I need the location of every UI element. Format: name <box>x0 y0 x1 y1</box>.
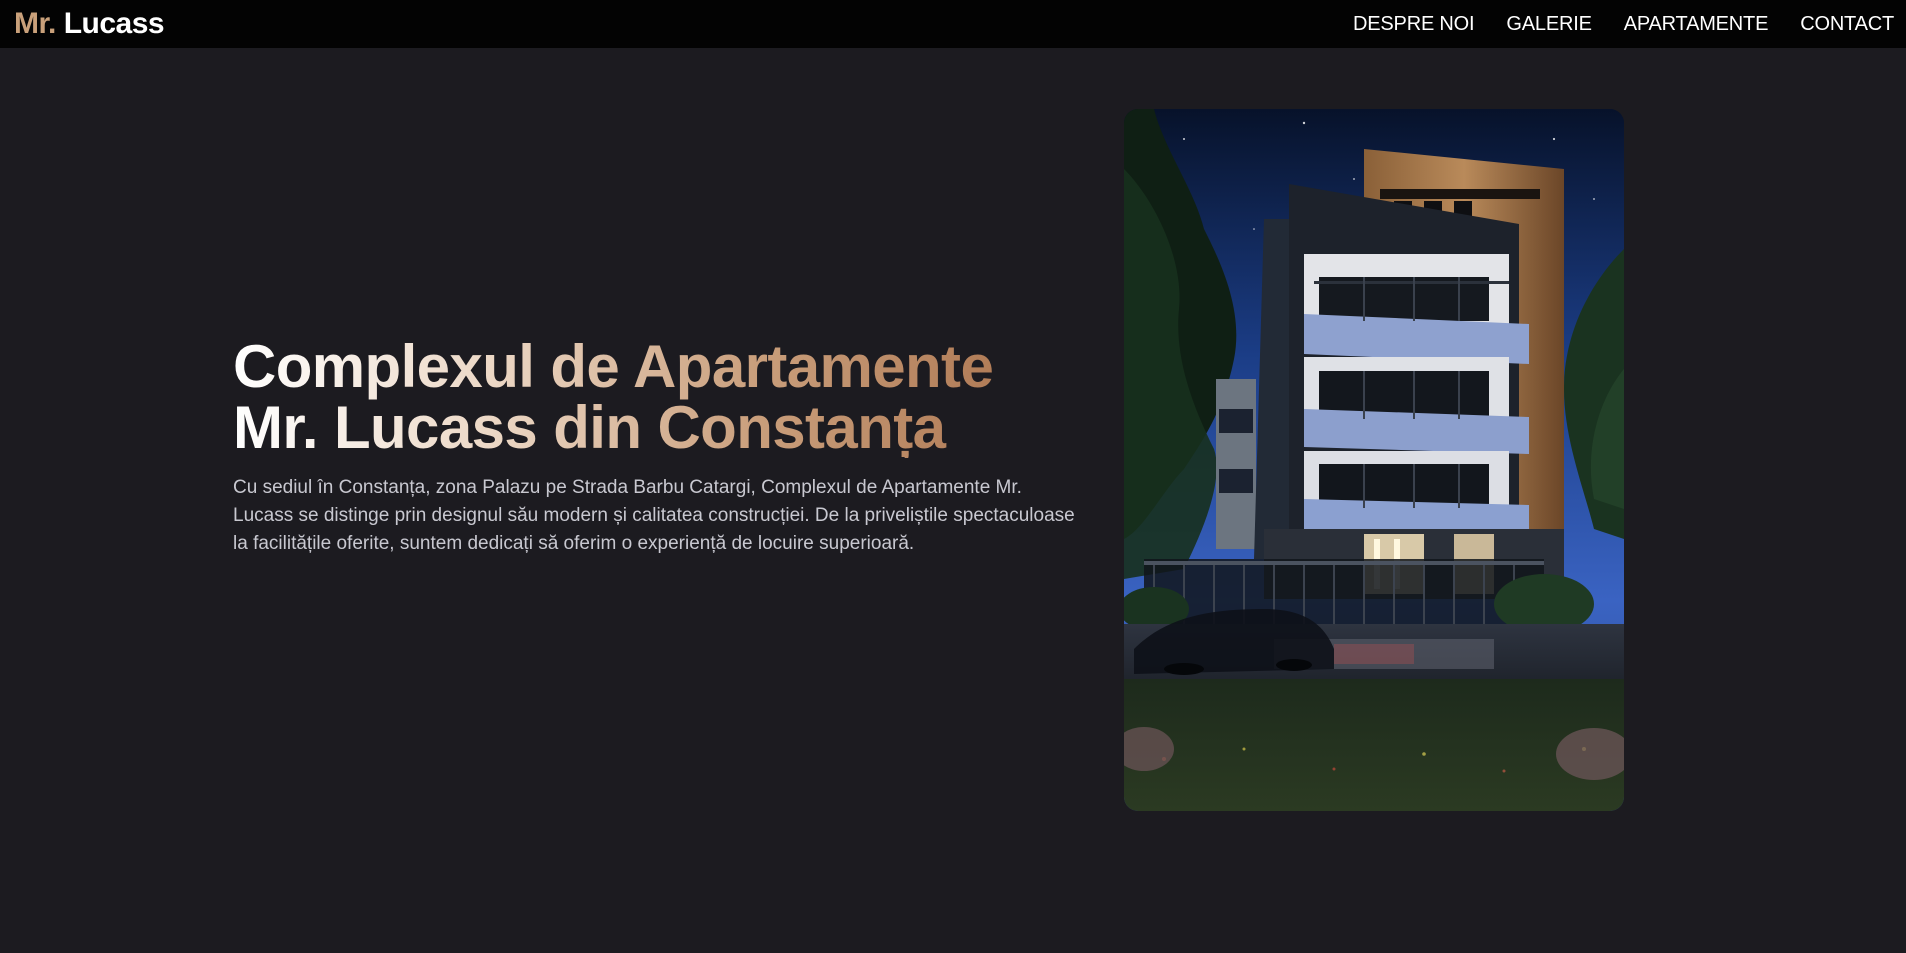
hero-section: Complexul de Apartamente Mr. Lucass din … <box>233 336 1083 558</box>
logo-prefix: Mr. <box>14 7 56 40</box>
nav-link-contact[interactable]: CONTACT <box>1800 13 1894 36</box>
nav-link-despre-noi[interactable]: DESPRE NOI <box>1353 13 1475 36</box>
hero-title: Complexul de Apartamente Mr. Lucass din … <box>233 336 1083 458</box>
nav-link-galerie[interactable]: GALERIE <box>1506 13 1592 36</box>
main-nav: DESPRE NOI GALERIE APARTAMENTE CONTACT <box>1353 0 1894 48</box>
building-render-image <box>1124 109 1624 811</box>
hero-title-line-1: Complexul de Apartamente <box>233 333 994 400</box>
nav-link-apartamente[interactable]: APARTAMENTE <box>1624 13 1769 36</box>
logo-name: Lucass <box>63 7 165 40</box>
hero-description: Cu sediul în Constanța, zona Palazu pe S… <box>233 477 1075 554</box>
site-logo[interactable]: Mr. Lucass <box>14 5 165 43</box>
top-navigation-bar: Mr. Lucass DESPRE NOI GALERIE APARTAMENT… <box>0 0 1906 48</box>
hero-title-line-2: Mr. Lucass din Constanța <box>233 394 946 461</box>
